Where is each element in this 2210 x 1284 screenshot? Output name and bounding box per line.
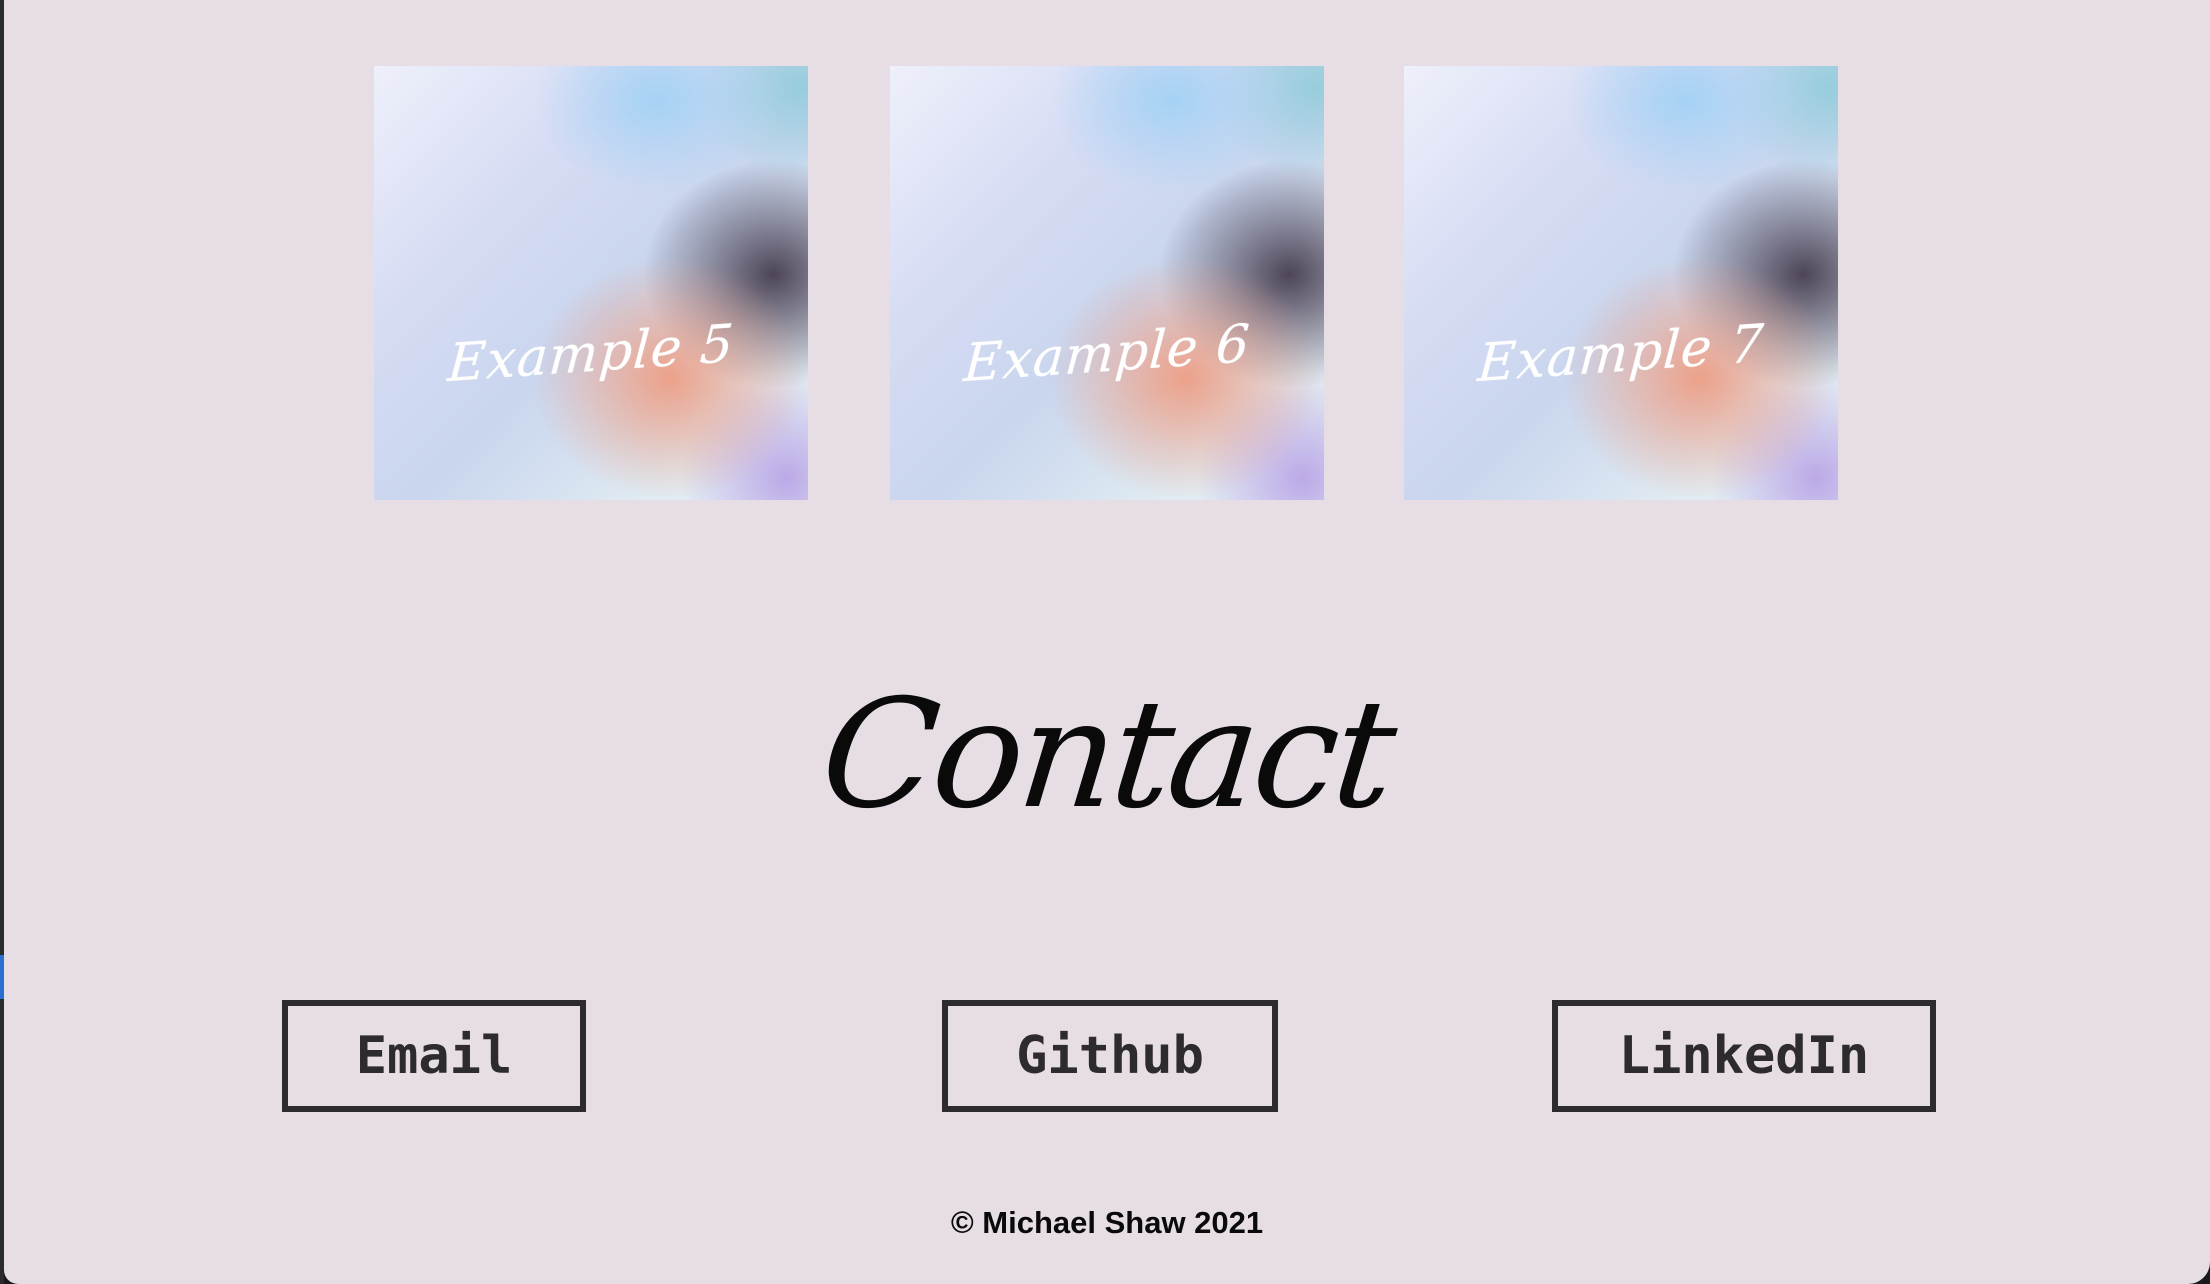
project-card-label: Example 6 bbox=[961, 313, 1253, 395]
github-button[interactable]: Github bbox=[942, 1000, 1278, 1112]
contact-heading: Contact bbox=[814, 668, 1400, 842]
browser-page: Example 5 Example 6 Example 7 Contact Em… bbox=[4, 0, 2210, 1284]
project-card-example-5[interactable]: Example 5 bbox=[374, 66, 808, 500]
email-button[interactable]: Email bbox=[282, 1000, 586, 1112]
project-card-label: Example 7 bbox=[1475, 313, 1767, 395]
linkedin-button[interactable]: LinkedIn bbox=[1552, 1000, 1936, 1112]
project-card-example-7[interactable]: Example 7 bbox=[1404, 66, 1838, 500]
project-card-example-6[interactable]: Example 6 bbox=[890, 66, 1324, 500]
project-card-label: Example 5 bbox=[445, 313, 737, 395]
footer-copyright: © Michael Shaw 2021 bbox=[950, 1205, 1264, 1240]
